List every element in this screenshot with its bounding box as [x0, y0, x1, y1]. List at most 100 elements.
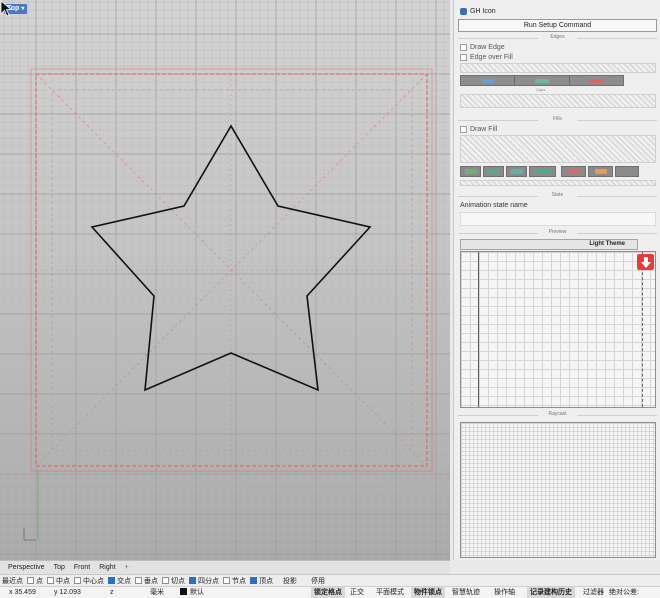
x-coordinate: x 35.459 [9, 589, 36, 596]
snap-label: 交点 [117, 577, 131, 585]
snap-label: 停用 [311, 577, 325, 585]
snap-toggle[interactable]: 交点 [108, 576, 131, 586]
snap-toggle[interactable]: 四分点 [189, 576, 219, 586]
snap-label: 垂点 [144, 577, 158, 585]
status-toggle[interactable]: 智慧轨迹 [449, 587, 483, 598]
draw-fill-label: Draw Fill [470, 126, 498, 133]
snap-label: 最近点 [2, 577, 23, 585]
status-toggle[interactable]: 绝对公差: 0.001 [606, 587, 660, 598]
current-layer[interactable]: 默认 [180, 588, 204, 598]
animation-state-input[interactable] [460, 212, 656, 226]
object-snap-bar: 最近点 点 中点 中心点 交点 垂点 切点 四分点 节点 顶点 投影 停用 [0, 574, 660, 586]
y-coordinate: y 12.093 [54, 589, 81, 596]
snap-toggle[interactable]: 最近点 [2, 576, 23, 586]
caps-label: Caps [536, 87, 546, 92]
layer-color-swatch [180, 588, 187, 595]
status-toggle[interactable]: 正交 [347, 587, 367, 598]
snap-label: 中点 [56, 577, 70, 585]
snap-toggle[interactable]: 点 [27, 576, 43, 586]
fill-color-field[interactable] [460, 135, 656, 163]
draw-edge-label: Draw Edge [470, 44, 505, 51]
download-arrow-icon [640, 256, 651, 268]
fill-style-option-5[interactable] [561, 166, 586, 177]
gh-icon-panel: GH Icon Run Setup Command Edges Draw Edg… [453, 0, 660, 560]
panel-title-text: GH Icon [470, 7, 496, 15]
tab-perspective[interactable]: Perspective [8, 564, 45, 571]
snap-label: 切点 [171, 577, 185, 585]
snap-checkbox[interactable] [135, 577, 142, 584]
gh-icon [460, 7, 467, 15]
snap-checkbox[interactable] [27, 577, 34, 584]
edge-style-option-2[interactable] [515, 76, 570, 85]
viewport-tabs: Perspective Top Front Right + [0, 560, 450, 574]
snap-toggle[interactable]: 切点 [162, 576, 185, 586]
snap-checkbox[interactable] [108, 577, 115, 584]
preview-section-title: Preview [458, 229, 657, 237]
draw-edge-row[interactable]: Draw Edge [460, 43, 505, 52]
draw-fill-row[interactable]: Draw Fill [460, 125, 497, 134]
snap-toggle[interactable]: 投影 [283, 576, 297, 586]
caps-field[interactable] [460, 94, 656, 108]
fill-style-option-1[interactable] [460, 166, 481, 177]
fill-style-option-6[interactable] [588, 166, 613, 177]
snap-checkbox[interactable] [189, 577, 196, 584]
status-toggle[interactable]: 操作轴 [491, 587, 518, 598]
preview-canvas[interactable] [460, 251, 656, 408]
unit-label: 毫米 [150, 589, 164, 596]
snap-toggle[interactable]: 顶点 [250, 576, 273, 586]
mouse-cursor-icon [0, 0, 12, 17]
snap-toggle[interactable]: 停用 [311, 576, 325, 586]
edge-over-fill-checkbox[interactable] [460, 54, 467, 61]
layer-name: 默认 [190, 589, 204, 596]
edge-style-option-3[interactable] [570, 76, 623, 85]
draw-fill-checkbox[interactable] [460, 126, 467, 133]
fill-style-option-4[interactable] [529, 166, 556, 177]
snap-toggle[interactable]: 节点 [223, 576, 246, 586]
top-viewport[interactable]: Top ▾ [0, 0, 450, 560]
fill-style-option-7[interactable] [615, 166, 639, 177]
snap-toggle[interactable]: 中点 [47, 576, 70, 586]
edge-style-selector[interactable] [460, 75, 624, 86]
status-toggle[interactable]: 物件锁点 [411, 587, 445, 598]
fill-opacity-field[interactable] [460, 180, 656, 186]
animation-state-label: Animation state name [460, 202, 528, 209]
tab-front[interactable]: Front [74, 564, 90, 571]
preview-guide-line [478, 252, 479, 407]
raycast-section-title: Raycast [458, 411, 657, 419]
edge-color-field[interactable] [460, 63, 656, 73]
status-toggle[interactable]: 锁定格点 [311, 587, 345, 598]
fill-style-selector [460, 166, 639, 177]
chevron-down-icon: ▾ [21, 6, 25, 12]
edge-over-fill-row[interactable]: Edge over Fill [460, 53, 513, 62]
tab-right[interactable]: Right [99, 564, 115, 571]
download-button[interactable] [637, 254, 654, 270]
add-viewport-tab-button[interactable]: + [125, 564, 129, 571]
snap-checkbox[interactable] [74, 577, 81, 584]
snap-checkbox[interactable] [250, 577, 257, 584]
snap-label: 四分点 [198, 577, 219, 585]
snap-toggle[interactable]: 中心点 [74, 576, 104, 586]
run-setup-command-button[interactable]: Run Setup Command [458, 19, 657, 32]
viewport-canvas[interactable] [0, 0, 450, 560]
edges-section-title: Edges [458, 34, 657, 42]
snap-checkbox[interactable] [223, 577, 230, 584]
status-toggle[interactable]: 记录建构历史 [527, 587, 575, 598]
edge-style-option-1[interactable] [461, 76, 516, 85]
status-bar: x 35.459 y 12.093 z 毫米 默认 锁定格点 正交 平面模式 物件锁点… [0, 586, 660, 598]
state-section-title: State [458, 192, 657, 200]
snap-checkbox[interactable] [162, 577, 169, 584]
snap-label: 点 [36, 577, 43, 585]
snap-label: 中心点 [83, 577, 104, 585]
light-theme-button[interactable]: Light Theme [460, 239, 638, 250]
preview-dashed-guide [642, 252, 643, 407]
fill-style-option-3[interactable] [506, 166, 527, 177]
raycast-canvas[interactable] [460, 422, 656, 558]
snap-checkbox[interactable] [47, 577, 54, 584]
status-toggle[interactable]: 平面模式 [373, 587, 407, 598]
snap-toggle[interactable]: 垂点 [135, 576, 158, 586]
status-toggle[interactable]: 过滤器 [580, 587, 607, 598]
snap-label: 节点 [232, 577, 246, 585]
draw-edge-checkbox[interactable] [460, 44, 467, 51]
tab-top[interactable]: Top [54, 564, 65, 571]
fill-style-option-2[interactable] [483, 166, 504, 177]
